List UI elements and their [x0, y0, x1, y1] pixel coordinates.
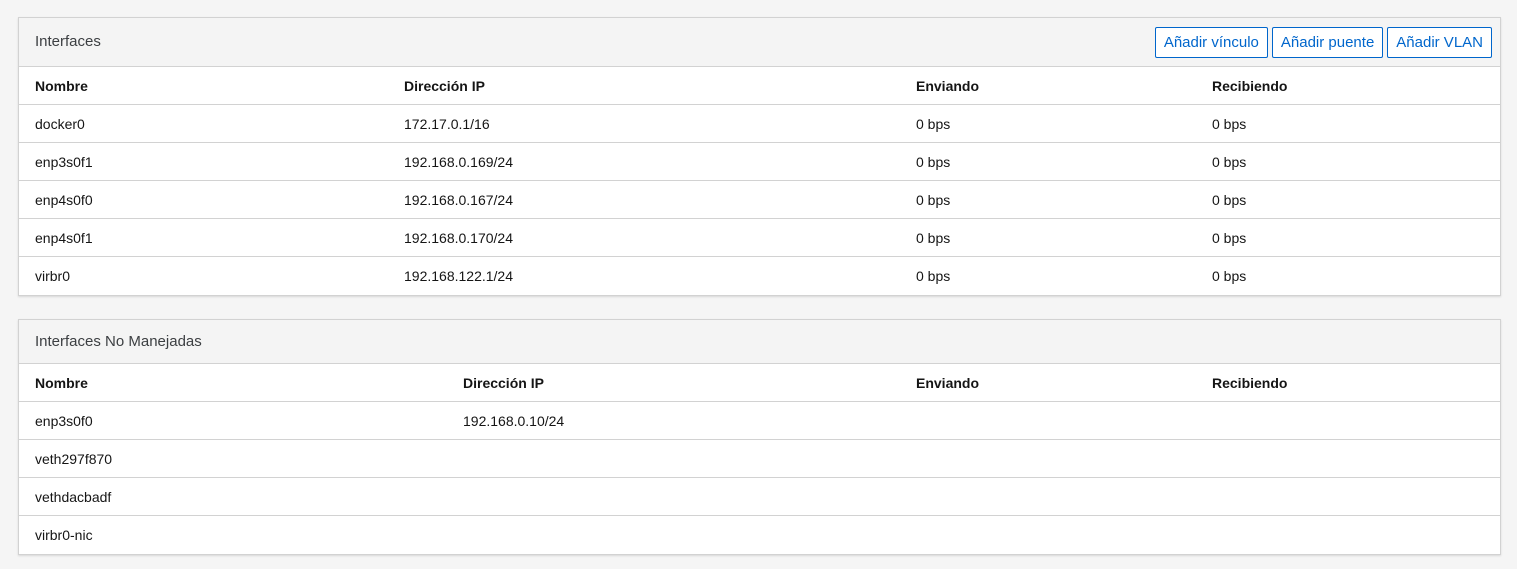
- unmanaged-panel-title: Interfaces No Manejadas: [35, 333, 202, 350]
- column-header-name: Nombre: [19, 67, 388, 105]
- interface-receiving: [1196, 477, 1500, 516]
- interface-sending: 0 bps: [900, 104, 1196, 143]
- column-header-receiving: Recibiendo: [1196, 67, 1500, 105]
- table-row[interactable]: docker0 172.17.0.1/16 0 bps 0 bps: [19, 104, 1500, 143]
- table-row[interactable]: enp4s0f1 192.168.0.170/24 0 bps 0 bps: [19, 218, 1500, 257]
- column-header-receiving: Recibiendo: [1196, 364, 1500, 402]
- table-row[interactable]: enp3s0f0 192.168.0.10/24: [19, 401, 1500, 440]
- unmanaged-table-header-row: Nombre Dirección IP Enviando Recibiendo: [19, 364, 1500, 402]
- interface-receiving: 0 bps: [1196, 142, 1500, 181]
- column-header-sending: Enviando: [900, 364, 1196, 402]
- interface-sending: 0 bps: [900, 180, 1196, 219]
- interface-name: enp4s0f0: [19, 180, 388, 219]
- interface-name: vethdacbadf: [19, 477, 447, 516]
- interface-receiving: [1196, 516, 1500, 554]
- interface-sending: [900, 401, 1196, 440]
- column-header-ip-address: Dirección IP: [388, 67, 900, 105]
- interface-ip: [447, 477, 900, 516]
- interface-name: veth297f870: [19, 439, 447, 478]
- interface-receiving: [1196, 439, 1500, 478]
- add-bond-button[interactable]: Añadir vínculo: [1154, 27, 1268, 58]
- add-vlan-button[interactable]: Añadir VLAN: [1387, 27, 1492, 58]
- interface-sending: 0 bps: [900, 142, 1196, 181]
- unmanaged-interfaces-panel: Interfaces No Manejadas Nombre Dirección…: [18, 319, 1501, 555]
- interface-ip: 192.168.122.1/24: [404, 267, 513, 284]
- table-row[interactable]: enp3s0f1 192.168.0.169/24 0 bps 0 bps: [19, 142, 1500, 181]
- interface-receiving: 0 bps: [1196, 180, 1500, 219]
- table-row[interactable]: virbr0 192.168.122.1/24 0 bps 0 bps: [19, 257, 1500, 295]
- interface-ip: 192.168.0.169/24: [388, 142, 900, 181]
- interface-ip: 192.168.0.170/24: [388, 218, 900, 257]
- interface-receiving: [1196, 401, 1500, 440]
- interface-name: virbr0-nic: [35, 526, 93, 543]
- interfaces-panel: Interfaces Añadir vínculo Añadir puente …: [18, 17, 1501, 296]
- interface-name: enp4s0f1: [19, 218, 388, 257]
- unmanaged-panel-header: Interfaces No Manejadas: [19, 320, 1500, 364]
- interface-ip: [447, 439, 900, 478]
- interface-receiving: 0 bps: [1212, 267, 1247, 284]
- interface-sending: [900, 516, 1196, 554]
- interface-receiving: 0 bps: [1196, 218, 1500, 257]
- interface-name: enp3s0f1: [19, 142, 388, 181]
- interface-sending: [900, 439, 1196, 478]
- interfaces-table-header-row: Nombre Dirección IP Enviando Recibiendo: [19, 67, 1500, 105]
- interfaces-panel-header: Interfaces Añadir vínculo Añadir puente …: [19, 18, 1500, 67]
- add-bridge-button[interactable]: Añadir puente: [1271, 27, 1384, 58]
- interface-sending: 0 bps: [900, 218, 1196, 257]
- table-row[interactable]: enp4s0f0 192.168.0.167/24 0 bps 0 bps: [19, 180, 1500, 219]
- column-header-sending: Enviando: [900, 67, 1196, 105]
- interface-ip: 192.168.0.10/24: [447, 401, 900, 440]
- interface-ip: 172.17.0.1/16: [388, 104, 900, 143]
- interface-name: docker0: [19, 104, 388, 143]
- column-header-name: Nombre: [19, 364, 447, 402]
- interfaces-actions: Añadir vínculo Añadir puente Añadir VLAN: [1154, 27, 1492, 58]
- table-row[interactable]: virbr0-nic: [19, 516, 1500, 554]
- interfaces-panel-title: Interfaces: [35, 33, 101, 50]
- interface-receiving: 0 bps: [1196, 104, 1500, 143]
- interface-sending: 0 bps: [916, 267, 951, 284]
- table-row[interactable]: veth297f870: [19, 439, 1500, 478]
- interface-name: virbr0: [35, 267, 71, 284]
- table-row[interactable]: vethdacbadf: [19, 477, 1500, 516]
- interface-ip: [447, 516, 900, 554]
- interface-sending: [900, 477, 1196, 516]
- interface-ip: 192.168.0.167/24: [388, 180, 900, 219]
- unmanaged-interfaces-table: Nombre Dirección IP Enviando Recibiendo …: [19, 364, 1500, 553]
- interfaces-table: Nombre Dirección IP Enviando Recibiendo …: [19, 67, 1500, 294]
- column-header-ip-address: Dirección IP: [447, 364, 900, 402]
- interface-name: enp3s0f0: [19, 401, 447, 440]
